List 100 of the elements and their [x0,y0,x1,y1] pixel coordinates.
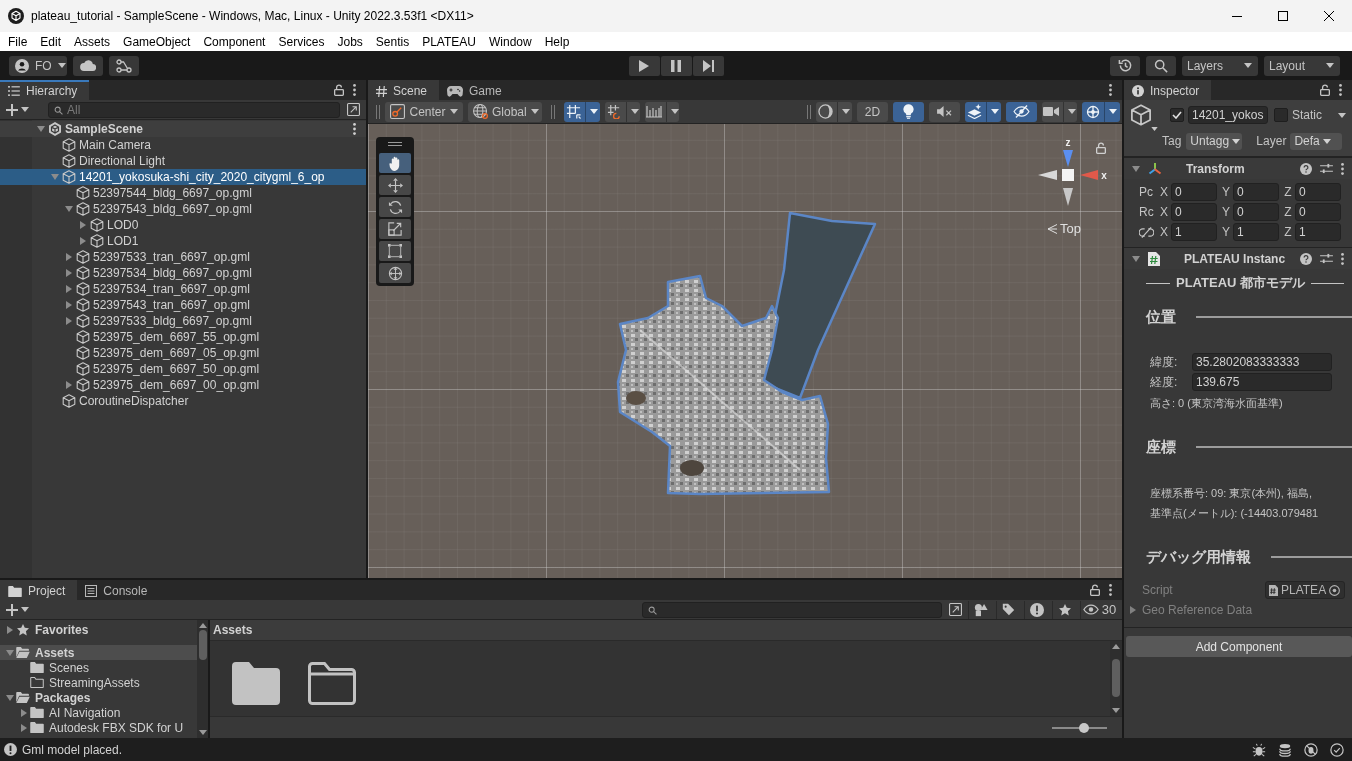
move-tool-button[interactable] [379,175,411,195]
foldout-arrow-icon[interactable] [6,694,14,701]
lighting-toggle[interactable] [893,101,924,122]
project-tree-item[interactable]: Packages [0,690,197,705]
menu-item[interactable]: PLATEAU [422,34,476,49]
hierarchy-item[interactable]: Directional Light [0,153,366,169]
grid-snap-button[interactable] [564,101,600,122]
hierarchy-item[interactable]: Main Camera [0,137,366,153]
folder-icon[interactable] [232,662,280,705]
number-field[interactable]: 0 [1295,203,1341,221]
project-tree-item[interactable]: AI Navigation [0,705,197,720]
number-field[interactable]: 0 [1233,183,1279,201]
caret-icon[interactable] [1151,127,1158,131]
menu-item[interactable]: Edit [40,34,62,49]
active-checkbox[interactable] [1170,108,1184,122]
panel-tab[interactable]: Game [439,80,514,100]
sliders-icon[interactable] [1320,163,1333,174]
foldout-arrow-icon[interactable] [80,237,86,245]
hierarchy-item[interactable]: CoroutineDispatcher [0,393,366,409]
menu-item[interactable]: GameObject [123,34,191,49]
shading-mode-button[interactable] [816,101,852,122]
menu-item[interactable]: Help [544,34,570,49]
caret-icon[interactable] [1338,112,1346,118]
camera-button[interactable] [1042,101,1077,122]
popout-button[interactable] [344,100,362,119]
search-field[interactable] [642,601,942,618]
hierarchy-item[interactable]: 523975_dem_6697_05_op.gml [0,345,366,361]
foldout-arrow-icon[interactable] [80,221,86,229]
foldout-arrow-icon[interactable] [66,301,72,309]
scroll-thumb[interactable] [198,630,207,660]
sliders-icon[interactable] [1320,253,1333,264]
hierarchy-item[interactable]: 523975_dem_6697_55_op.gml [0,329,366,345]
menu-item[interactable]: Sentis [375,34,410,49]
scroll-thumb[interactable] [1112,659,1120,697]
view-label[interactable]: Top [1060,221,1081,236]
lock-icon[interactable] [1090,584,1100,596]
number-field[interactable]: 1 [1295,223,1341,241]
kebab-menu-icon[interactable] [1109,584,1112,596]
static-checkbox[interactable] [1274,108,1288,122]
panel-tab[interactable]: Inspector [1124,80,1212,100]
account-dropdown[interactable]: FO [9,55,67,76]
project-tree-item[interactable]: StreamingAssets [0,675,197,690]
collab-button[interactable] [109,55,139,76]
cloud-button[interactable] [73,55,103,76]
help-icon[interactable] [1300,162,1312,175]
foldout-arrow-icon[interactable] [21,708,27,717]
hierarchy-item[interactable]: LOD1 [0,233,366,249]
name-field[interactable]: 14201_yokos [1188,106,1268,124]
hierarchy-item[interactable]: 52397534_tran_6697_op.gml [0,281,366,297]
kebab-menu-icon[interactable] [1341,162,1344,175]
popout-button[interactable] [946,600,964,619]
menu-item[interactable]: Services [278,34,325,49]
increment-snap-button[interactable] [605,101,640,122]
hierarchy-item[interactable]: 14201_yokosuka-shi_city_2020_citygml_6_op [0,169,366,185]
lock-icon[interactable] [1096,142,1106,154]
hierarchy-item[interactable]: 523975_dem_6697_50_op.gml [0,361,366,377]
pivot-dropdown[interactable]: Center [385,101,463,122]
hierarchy-item[interactable]: 523975_dem_6697_00_op.gml [0,377,366,393]
hierarchy-item[interactable]: LOD0 [0,217,366,233]
2d-toggle[interactable]: 2D [857,101,888,122]
panel-tab[interactable]: Scene [368,80,440,100]
scrollbar[interactable] [197,620,208,738]
menu-item[interactable]: File [8,34,28,49]
slider-thumb[interactable] [1078,722,1089,733]
hierarchy-item[interactable]: 52397534_bldg_6697_op.gml [0,265,366,281]
layout-dropdown[interactable]: Layout [1264,55,1340,76]
scrollbar[interactable] [1110,641,1122,716]
hierarchy-item[interactable]: 52397544_bldg_6697_op.gml [0,185,366,201]
bug-icon[interactable] [1252,742,1266,757]
help-icon[interactable] [1300,252,1312,265]
lock-icon[interactable] [334,84,344,96]
number-field[interactable]: 0 [1171,203,1217,221]
history-button[interactable] [1110,55,1140,76]
project-tree-item[interactable]: Scenes [0,660,197,675]
search-button[interactable] [1146,55,1176,76]
hierarchy-item[interactable]: 52397543_tran_6697_op.gml [0,297,366,313]
foldout-arrow-icon[interactable] [65,206,73,212]
orientation-gizmo-drawing[interactable]: z x [1036,136,1108,208]
menu-item[interactable]: Assets [74,34,111,49]
foldout-arrow-icon[interactable] [1132,165,1140,172]
visibility-toggle[interactable] [1006,101,1037,122]
text-field[interactable]: 35.2802083333333 [1192,353,1332,371]
scale-tool-button[interactable] [379,219,411,239]
check-circle-icon[interactable] [1330,742,1344,757]
kebab-menu-icon[interactable] [1341,252,1344,265]
database-icon[interactable] [1278,742,1292,757]
number-field[interactable]: 0 [1171,183,1217,201]
hidden-packages-button[interactable]: 30 [1080,600,1118,619]
play-button[interactable] [628,55,660,76]
foldout-arrow-icon[interactable] [66,285,72,293]
panel-tab[interactable]: Project [0,580,78,600]
ruler-button[interactable] [645,101,679,122]
foldout-arrow-icon[interactable] [21,723,27,732]
menu-item[interactable]: Component [203,34,266,49]
bug-crossed-icon[interactable] [1304,742,1318,757]
foldout-arrow-icon[interactable] [66,317,72,325]
layers-dropdown[interactable]: Layers [1182,55,1258,76]
drag-handle-icon[interactable] [388,142,402,146]
foldout-arrow-icon[interactable] [37,126,45,132]
kebab-menu-icon[interactable] [1339,84,1342,96]
